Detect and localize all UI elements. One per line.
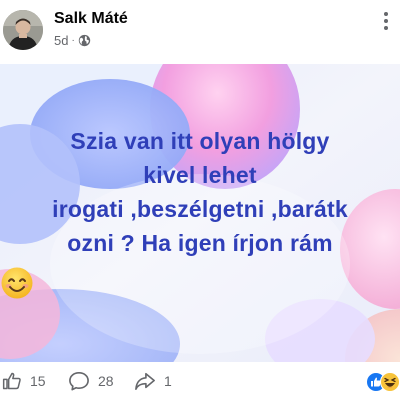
share-count: 1 (164, 373, 172, 389)
avatar[interactable] (3, 10, 43, 50)
comment-icon (69, 372, 89, 391)
avatar-image (3, 10, 43, 50)
smiling-face-emoji-icon (1, 267, 33, 299)
like-count: 15 (30, 373, 46, 389)
post-time[interactable]: 5d (54, 33, 68, 48)
comment-button[interactable]: 28 (68, 371, 114, 391)
like-button[interactable]: 15 (2, 371, 46, 391)
share-button[interactable]: 1 (134, 371, 172, 391)
author-name[interactable]: Salk Máté (54, 10, 128, 28)
post-meta: 5d · (54, 33, 91, 48)
post-text: Szia van itt olyan hölgy kivel lehet iro… (52, 128, 348, 256)
globe-icon (78, 34, 90, 47)
post-header: Salk Máté 5d · (0, 0, 400, 64)
post-actions: 15 28 1 (0, 364, 400, 400)
more-options-icon[interactable] (380, 12, 392, 36)
reaction-summary[interactable] (366, 372, 400, 392)
comment-count: 28 (98, 373, 114, 389)
share-icon (135, 372, 155, 390)
separator-dot: · (71, 35, 75, 46)
post-background: Szia van itt olyan hölgy kivel lehet iro… (0, 64, 400, 362)
haha-reaction-icon (380, 372, 400, 392)
thumbs-up-icon (2, 372, 21, 390)
